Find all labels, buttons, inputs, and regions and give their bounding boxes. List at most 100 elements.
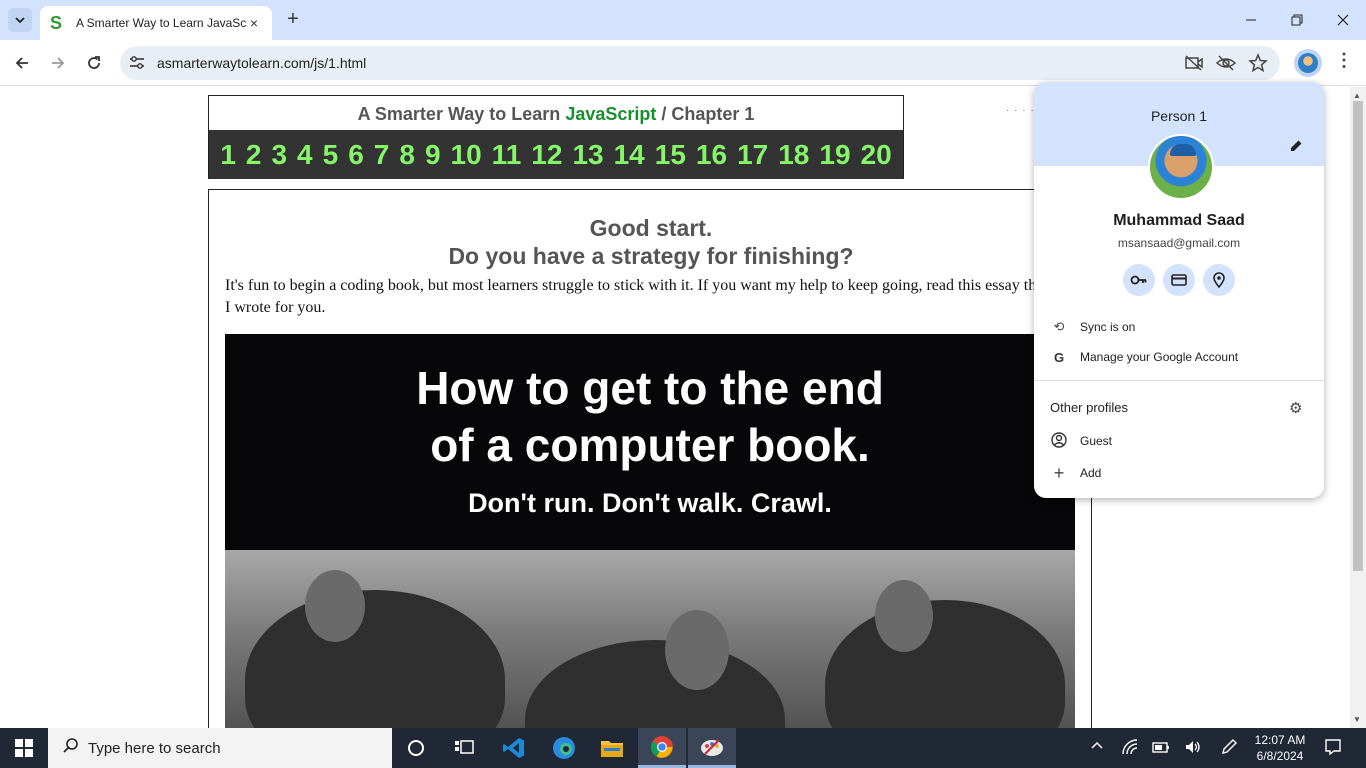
profile-menu: Person 1 Muhammad Saad msansaad@gmail.co…: [1034, 82, 1324, 498]
title-bar: S A Smarter Way to Learn JavaScri × +: [0, 0, 1366, 40]
chrome-taskbar-button[interactable]: [638, 728, 686, 768]
chapter-link[interactable]: 6: [348, 139, 364, 171]
camera-blocked-icon[interactable]: [1184, 53, 1204, 73]
banner-subtitle: Don't run. Don't walk. Crawl.: [468, 488, 832, 518]
browser-tab[interactable]: S A Smarter Way to Learn JavaScri ×: [40, 6, 272, 40]
title-chapter: / Chapter 1: [656, 104, 755, 124]
tab-search-button[interactable]: [8, 8, 32, 32]
chapter-link[interactable]: 9: [425, 139, 441, 171]
scroll-down-icon[interactable]: ▼: [1353, 715, 1361, 724]
reload-button[interactable]: [81, 50, 107, 76]
payment-card-icon[interactable]: [1163, 264, 1195, 296]
scroll-up-icon[interactable]: ▲: [1353, 91, 1361, 100]
minimize-button[interactable]: [1228, 0, 1274, 40]
edge-taskbar-button[interactable]: [540, 728, 588, 768]
title-javascript[interactable]: JavaScript: [565, 104, 656, 124]
intro-paragraph: It's fun to begin a coding book, but mos…: [225, 277, 1048, 316]
start-button[interactable]: [0, 728, 48, 768]
cortana-circle-icon: [408, 740, 424, 756]
chapter-link[interactable]: 1: [220, 139, 236, 171]
task-view-button[interactable]: [440, 728, 488, 768]
add-label: Add: [1080, 466, 1102, 480]
chapter-link[interactable]: 15: [655, 139, 686, 171]
forward-button[interactable]: [45, 50, 71, 76]
chevron-down-icon: [15, 17, 25, 24]
close-window-button[interactable]: [1320, 0, 1366, 40]
sync-row[interactable]: ⟲ Sync is on: [1034, 313, 1324, 341]
site-info-icon[interactable]: [128, 54, 146, 72]
scrollbar[interactable]: ▲ ▼: [1350, 87, 1366, 728]
show-hidden-icons-chevron-icon[interactable]: [1087, 738, 1107, 755]
cortana-button[interactable]: [392, 728, 440, 768]
paint-taskbar-button[interactable]: [688, 728, 736, 768]
chapter-link[interactable]: 20: [861, 139, 892, 171]
notifications-icon[interactable]: [1323, 738, 1343, 759]
windows-logo-icon: [15, 739, 33, 757]
new-tab-button[interactable]: +: [282, 8, 304, 30]
chapter-link[interactable]: 8: [399, 139, 415, 171]
chapter-link[interactable]: 2: [246, 139, 262, 171]
menu-kebab-icon[interactable]: ⋮: [1334, 50, 1354, 76]
close-tab-icon[interactable]: ×: [246, 15, 262, 31]
task-view-icon: [455, 740, 474, 754]
chapter-nav: 1 2 3 4 5 6 7 8 9 10 11 12 13 14 15 16 17 18 19 20: [209, 130, 903, 179]
chapter-link[interactable]: 16: [696, 139, 727, 171]
sync-icon: ⟲: [1053, 319, 1065, 334]
divider: [1034, 380, 1324, 381]
address-bar[interactable]: asmarterwaytolearn.com/js/1.html: [120, 46, 1280, 80]
vscode-taskbar-button[interactable]: [490, 728, 538, 768]
chapter-link[interactable]: 17: [737, 139, 768, 171]
edit-pencil-icon[interactable]: [1286, 138, 1306, 158]
profile-name: Muhammad Saad: [1113, 212, 1245, 229]
plus-icon: +: [1053, 462, 1065, 483]
chapter-link[interactable]: 5: [323, 139, 339, 171]
chapter-link[interactable]: 10: [451, 139, 482, 171]
photo-figure-center: [525, 640, 785, 728]
url-text[interactable]: asmarterwaytolearn.com/js/1.html: [157, 55, 366, 71]
add-profile-row[interactable]: + Add: [1034, 459, 1324, 487]
chapter-link[interactable]: 7: [374, 139, 390, 171]
profile-avatar: [1148, 134, 1214, 200]
address-pin-icon[interactable]: [1203, 264, 1235, 296]
chapter-link[interactable]: 18: [778, 139, 809, 171]
battery-icon[interactable]: [1151, 738, 1171, 759]
profile-email: msansaad@gmail.com: [1117, 236, 1241, 250]
manage-account-row[interactable]: G Manage your Google Account: [1034, 343, 1324, 371]
manage-account-label: Manage your Google Account: [1080, 350, 1239, 364]
chapter-link[interactable]: 19: [819, 139, 850, 171]
windows-taskbar: Type here to search 12:07 AM 6/8/2024: [0, 728, 1366, 768]
chapter-link[interactable]: 14: [614, 139, 645, 171]
chapter-link[interactable]: 4: [297, 139, 313, 171]
scrollbar-thumb[interactable]: [1353, 101, 1363, 571]
chapter-link[interactable]: 3: [271, 139, 287, 171]
paint-palette-icon: [701, 738, 723, 756]
reload-icon: [88, 56, 100, 69]
bookmark-star-icon[interactable]: [1248, 53, 1268, 73]
gear-icon[interactable]: ⚙: [1289, 399, 1302, 417]
chapter-link[interactable]: 13: [572, 139, 603, 171]
restore-button[interactable]: [1274, 0, 1320, 40]
site-favicon-icon: S: [50, 12, 63, 33]
chapter-link[interactable]: 11: [492, 139, 522, 171]
taskbar-search-input[interactable]: Type here to search: [48, 728, 392, 768]
chapter-link[interactable]: 12: [531, 139, 562, 171]
network-icon[interactable]: [1120, 738, 1140, 759]
tune-icon: [130, 56, 144, 69]
essay-banner[interactable]: How to get to the end of a computer book.…: [225, 334, 1075, 550]
title-prefix: A Smarter Way to Learn: [357, 104, 566, 124]
profile-button[interactable]: [1294, 49, 1322, 77]
pen-workspace-icon[interactable]: [1219, 738, 1239, 759]
other-profiles-heading: Other profiles: [1050, 400, 1129, 415]
volume-icon[interactable]: [1183, 738, 1203, 759]
clock-time: 12:07 AM: [1254, 733, 1306, 747]
minimize-icon: [1246, 19, 1256, 21]
edge-icon: [553, 737, 575, 759]
back-button[interactable]: [9, 50, 35, 76]
guest-profile-row[interactable]: Guest: [1034, 427, 1324, 455]
photo-face-center: [665, 610, 729, 690]
chrome-icon: [651, 735, 673, 758]
system-clock[interactable]: 12:07 AM 6/8/2024: [1248, 732, 1312, 764]
eye-off-icon[interactable]: [1215, 53, 1237, 73]
file-explorer-taskbar-button[interactable]: [588, 728, 636, 768]
passwords-key-icon[interactable]: [1123, 264, 1155, 296]
